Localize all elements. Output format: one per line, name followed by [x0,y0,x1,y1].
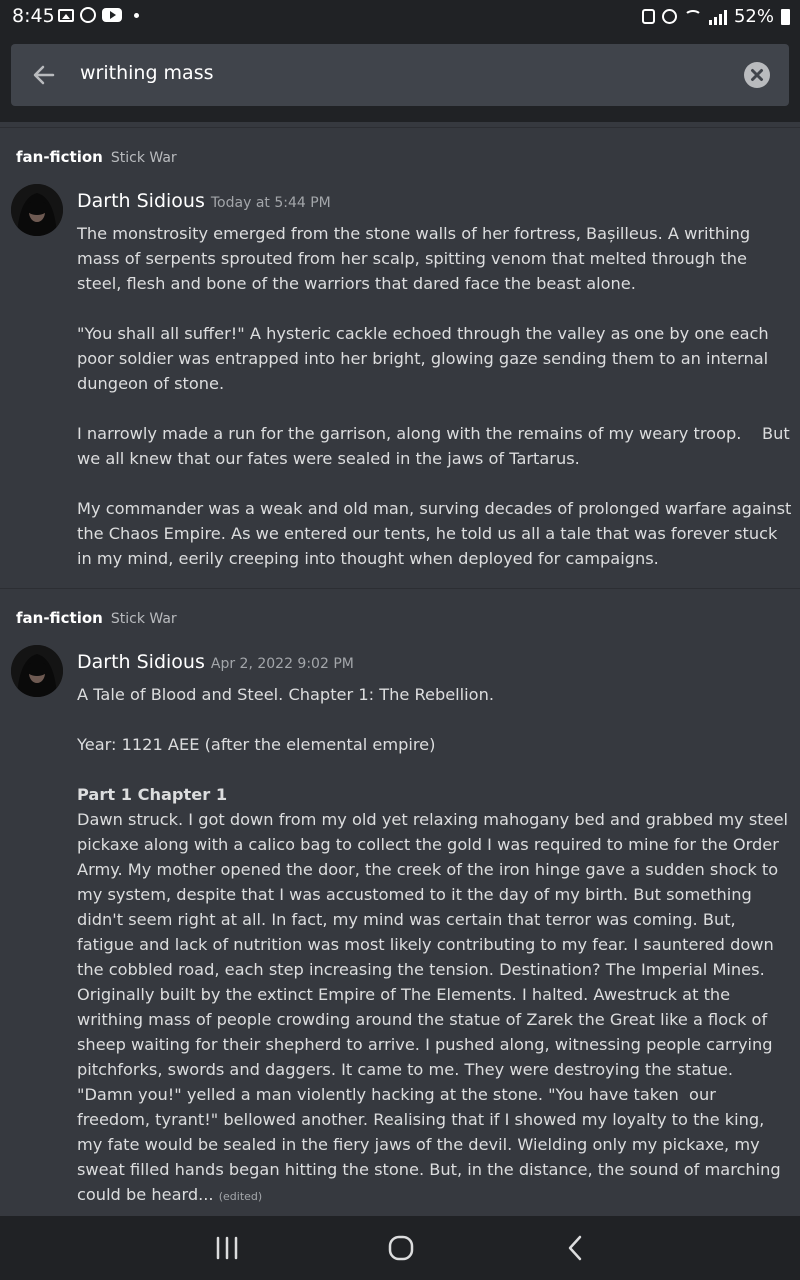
message-paragraph: My commander was a weak and old man, sur… [77,499,797,568]
gallery-icon [58,8,74,22]
author-name[interactable]: Darth Sidious [77,651,205,673]
edited-label: (edited) [218,1190,263,1203]
search-result[interactable]: fan-fiction Stick War Darth Sidious Today … [0,127,800,588]
category-name: Stick War [110,150,177,166]
result-meta: fan-fiction Stick War [16,609,177,627]
youtube-icon [102,8,122,22]
message-header: Darth Sidious Today at 5:44 PM [77,190,331,212]
search-bar: writhing mass [11,44,789,106]
message-paragraph: "You shall all suffer!" A hysteric cackl… [77,324,774,393]
message-paragraph: Dawn struck. I got down from my old yet … [77,807,793,1209]
back-icon[interactable] [560,1232,592,1264]
system-icons: 52% [641,6,790,27]
part-heading: Part 1 Chapter 1 [77,785,228,804]
channel-name[interactable]: fan-fiction [16,148,103,166]
battery-percent: 52% [733,6,774,27]
back-arrow-icon[interactable] [31,62,57,88]
search-result[interactable]: fan-fiction Stick War Darth Sidious Apr 2,… [0,588,800,1204]
channel-name[interactable]: fan-fiction [16,609,103,627]
story-title: A Tale of Blood and Steel. Chapter 1: Th… [77,685,494,704]
message-header: Darth Sidious Apr 2, 2022 9:02 PM [77,651,354,673]
clear-search-icon[interactable] [744,62,770,88]
wifi-icon [683,9,702,24]
message-content: A Tale of Blood and Steel. Chapter 1: Th… [77,682,793,1209]
category-name: Stick War [110,611,177,627]
battery-icon [781,8,790,25]
search-input[interactable]: writhing mass [80,62,214,84]
result-meta: fan-fiction Stick War [16,148,177,166]
home-icon[interactable] [385,1232,417,1264]
signal-icon [708,9,727,25]
avatar[interactable] [11,645,63,697]
recent-apps-icon[interactable] [211,1232,243,1264]
whatsapp-icon [80,7,96,23]
message-timestamp: Today at 5:44 PM [210,195,331,211]
message-content: The monstrosity emerged from the stone w… [77,221,793,571]
navigation-bar [0,1216,800,1280]
status-time: 8:45 [12,5,55,27]
message-paragraph: The monstrosity emerged from the stone w… [77,224,756,293]
author-name[interactable]: Darth Sidious [77,190,205,212]
message-paragraph: I narrowly made a run for the garrison, … [77,424,795,468]
notification-icons [58,7,139,23]
avatar[interactable] [11,184,63,236]
alarm-icon [661,9,677,24]
story-body: Dawn struck. I got down from my old yet … [77,810,794,1204]
status-bar: 8:45 52% [0,0,800,32]
dot-icon [134,12,139,18]
message-timestamp: Apr 2, 2022 9:02 PM [210,656,354,672]
search-header: writhing mass [0,32,800,122]
lock-icon [641,9,655,24]
story-year: Year: 1121 AEE (after the elemental empi… [77,735,436,754]
